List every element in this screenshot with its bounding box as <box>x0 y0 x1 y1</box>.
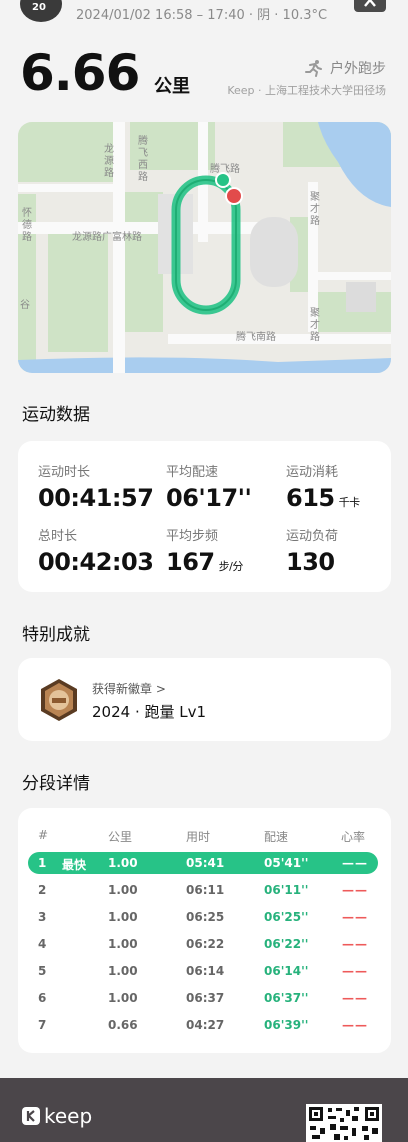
stat-label: 运动消耗 <box>286 465 339 480</box>
table-row: 1 最快 1.00 05:41 05'41'' —— <box>28 852 378 874</box>
col-number: # <box>38 828 49 842</box>
avatar[interactable]: 20 <box>20 0 62 22</box>
stat-value: 130 <box>286 548 335 576</box>
brand-name: keep <box>44 1104 93 1128</box>
splits-card: # 公里 用时 配速 心率 1 最快 1.00 05:41 05'41'' ——… <box>18 808 391 1053</box>
close-button[interactable] <box>354 0 386 12</box>
section-title-workout: 运动数据 <box>22 405 90 425</box>
stat-label: 平均步频 <box>166 529 219 544</box>
running-person-icon <box>305 60 322 77</box>
new-badge-link[interactable]: 获得新徽章 > <box>92 680 166 697</box>
col-time: 用时 <box>186 830 211 844</box>
stat-value: 167 步/分 <box>166 548 243 576</box>
stat-label: 运动时长 <box>38 465 91 480</box>
keep-logo: keep <box>22 1104 92 1128</box>
stat-total-time: 总时长 00:42:03 <box>38 525 154 576</box>
qr-code <box>306 1104 382 1142</box>
table-row: 3 1.00 06:25 06'25'' —— <box>38 910 368 924</box>
map-label: 腾飞西路 <box>138 136 148 183</box>
table-row: 7 0.66 04:27 06'39'' —— <box>38 1018 368 1032</box>
stat-avg-pace: 平均配速 06'17'' <box>166 461 252 512</box>
stat-value: 00:41:57 <box>38 484 154 512</box>
section-title-splits: 分段详情 <box>22 774 90 794</box>
col-heart-rate: 心率 <box>341 830 366 844</box>
map-canvas <box>18 122 391 373</box>
map-label: 聚才路 <box>310 308 320 343</box>
sport-type-label: 户外跑步 <box>330 61 386 77</box>
map-label: 龙源路 <box>104 144 114 179</box>
stat-value: 06'17'' <box>166 484 252 512</box>
badge-name: 2024 · 跑量 Lv1 <box>92 703 207 721</box>
stat-value: 615 千卡 <box>286 484 360 512</box>
stat-label: 总时长 <box>38 529 78 544</box>
table-row: 4 1.00 06:22 06'22'' —— <box>38 937 368 951</box>
close-icon <box>364 0 376 7</box>
map-label: 腾飞南路 <box>236 332 276 343</box>
footer-banner: keep <box>0 1078 408 1142</box>
achievement-card[interactable]: 获得新徽章 > 2024 · 跑量 Lv1 <box>18 658 391 741</box>
medal-icon <box>41 679 77 721</box>
sport-type: 户外跑步 <box>304 58 386 78</box>
map-label: 谷 <box>20 300 30 311</box>
map-label: 怀德路 <box>22 208 32 243</box>
distance-value: 6.66 <box>20 44 140 102</box>
stat-duration: 运动时长 00:41:57 <box>38 461 154 512</box>
fastest-tag: 最快 <box>62 858 87 872</box>
distance-unit: 公里 <box>154 76 190 97</box>
stat-value: 00:42:03 <box>38 548 154 576</box>
stat-calories: 运动消耗 615 千卡 <box>286 461 360 512</box>
location-label: Keep · 上海工程技术大学田径场 <box>227 84 386 97</box>
avatar-number: 20 <box>32 2 46 13</box>
distance-summary: 6.66 公里 <box>20 44 190 108</box>
table-row: 2 1.00 06:11 06'11'' —— <box>38 883 368 897</box>
stat-unit: 千卡 <box>338 496 361 509</box>
stat-label: 运动负荷 <box>286 529 339 544</box>
stat-training-load: 运动负荷 130 <box>286 525 338 576</box>
workout-meta: 2024/01/02 16:58 – 17:40 · 阴 · 10.3°C <box>76 8 328 23</box>
map-label: 龙源路广富林路 <box>72 232 142 243</box>
stat-label: 平均配速 <box>166 465 219 480</box>
col-km: 公里 <box>108 830 133 844</box>
section-title-achievement: 特别成就 <box>22 625 90 645</box>
splits-header: # 公里 用时 配速 心率 <box>18 828 391 844</box>
keep-k-icon <box>22 1107 40 1125</box>
table-row: 5 1.00 06:14 06'14'' —— <box>38 964 368 978</box>
top-bar: 20 2024/01/02 16:58 – 17:40 · 阴 · 10.3°C <box>0 0 408 28</box>
workout-stats-card: 运动时长 00:41:57 平均配速 06'17'' 运动消耗 615 千卡 总时… <box>18 441 391 592</box>
stat-unit: 步/分 <box>218 560 244 573</box>
map-label: 聚才路 <box>310 192 320 227</box>
col-pace: 配速 <box>264 830 289 844</box>
table-row: 6 1.00 06:37 06'37'' —— <box>38 991 368 1005</box>
stat-cadence: 平均步频 167 步/分 <box>166 525 243 576</box>
route-map[interactable]: 龙源路 腾飞西路 怀德路 龙源路广富林路 腾飞路 聚才路 聚才路 腾飞南路 谷 <box>18 122 391 373</box>
map-label: 腾飞路 <box>210 164 240 175</box>
